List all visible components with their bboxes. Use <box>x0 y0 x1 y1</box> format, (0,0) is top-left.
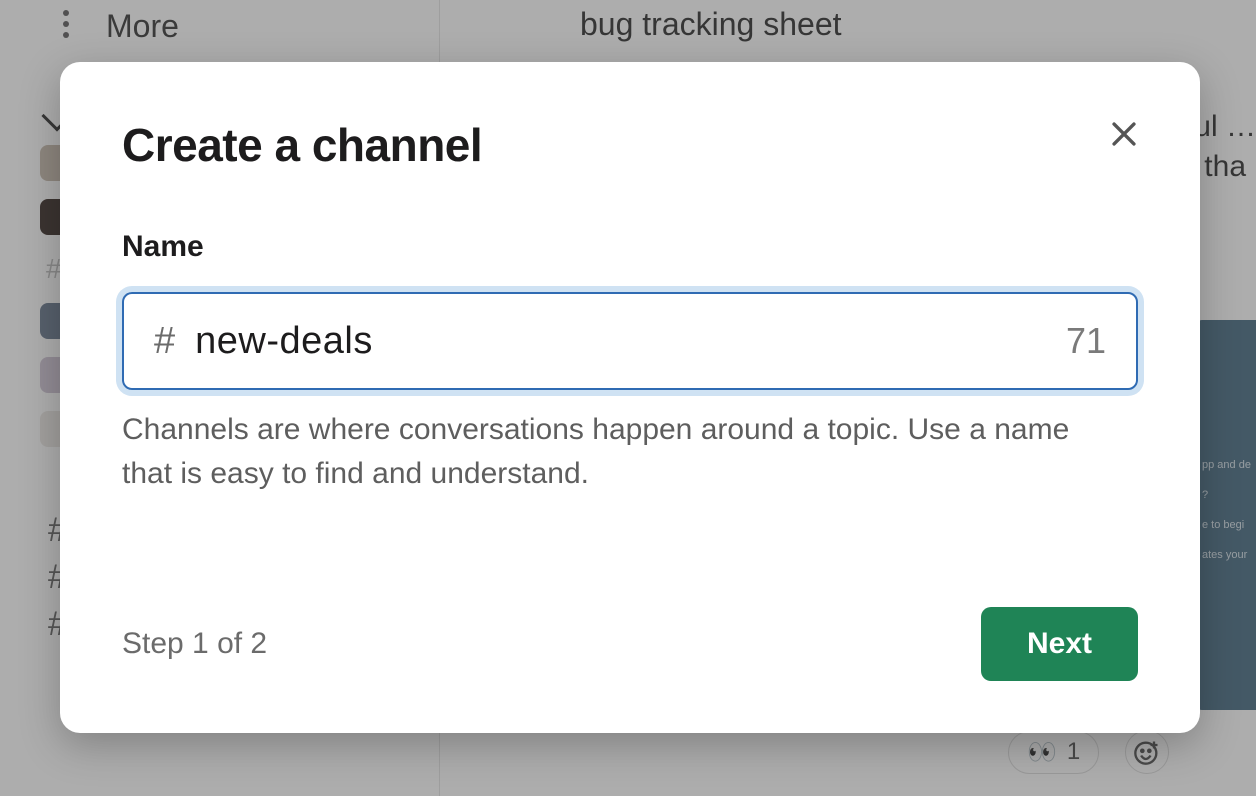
channel-name-field-wrap[interactable]: # 71 <box>122 292 1138 390</box>
step-indicator: Step 1 of 2 <box>122 627 267 661</box>
char-remaining: 71 <box>1066 320 1106 362</box>
name-label: Name <box>122 230 1138 264</box>
close-icon <box>1107 117 1141 151</box>
close-button[interactable] <box>1098 108 1150 160</box>
next-button[interactable]: Next <box>981 607 1138 681</box>
channel-name-input[interactable] <box>195 320 1066 363</box>
hash-icon: # <box>154 320 175 363</box>
name-help-text: Channels are where conversations happen … <box>122 408 1102 495</box>
create-channel-modal: Create a channel Name # 71 Channels are … <box>60 62 1200 733</box>
modal-footer: Step 1 of 2 Next <box>122 607 1138 681</box>
modal-title: Create a channel <box>122 118 1138 172</box>
